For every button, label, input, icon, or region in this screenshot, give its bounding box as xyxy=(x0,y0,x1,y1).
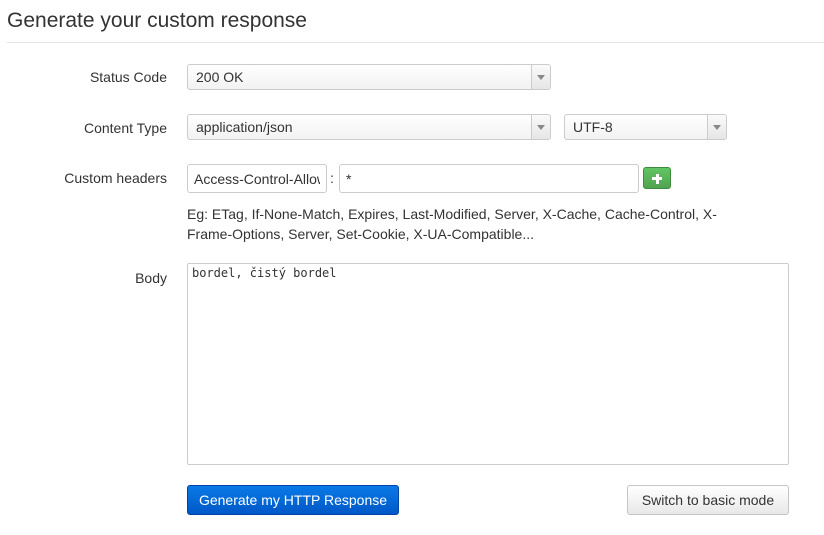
content-type-value: application/json xyxy=(196,119,293,135)
custom-headers-hint: Eg: ETag, If-None-Match, Expires, Last-M… xyxy=(187,206,717,242)
generate-response-button[interactable]: Generate my HTTP Response xyxy=(187,485,399,515)
content-type-select[interactable]: application/json xyxy=(187,114,551,140)
header-value-input[interactable] xyxy=(339,164,639,193)
charset-dropdown-toggle[interactable] xyxy=(707,115,726,139)
chevron-down-icon xyxy=(713,125,721,130)
status-code-value: 200 OK xyxy=(196,69,244,85)
custom-headers-label: Custom headers xyxy=(64,170,167,186)
status-code-select[interactable]: 200 OK xyxy=(187,64,551,90)
status-code-dropdown-toggle[interactable] xyxy=(531,65,550,89)
body-label: Body xyxy=(135,270,167,286)
status-code-label: Status Code xyxy=(89,69,167,85)
chevron-down-icon xyxy=(537,75,545,80)
switch-basic-mode-button[interactable]: Switch to basic mode xyxy=(627,485,789,515)
page-title: Generate your custom response xyxy=(7,9,307,32)
title-divider xyxy=(7,42,824,43)
chevron-down-icon xyxy=(537,125,545,130)
content-type-dropdown-toggle[interactable] xyxy=(531,115,550,139)
charset-value: UTF-8 xyxy=(573,119,613,135)
add-header-button[interactable] xyxy=(643,167,671,189)
content-type-label: Content Type xyxy=(83,120,167,136)
charset-select[interactable]: UTF-8 xyxy=(564,114,727,140)
header-name-input[interactable] xyxy=(187,164,327,193)
body-textarea[interactable]: bordel, čistý bordel xyxy=(187,263,789,465)
header-separator: : xyxy=(330,170,334,186)
custom-response-form: Generate your custom response Status Cod… xyxy=(0,0,824,535)
